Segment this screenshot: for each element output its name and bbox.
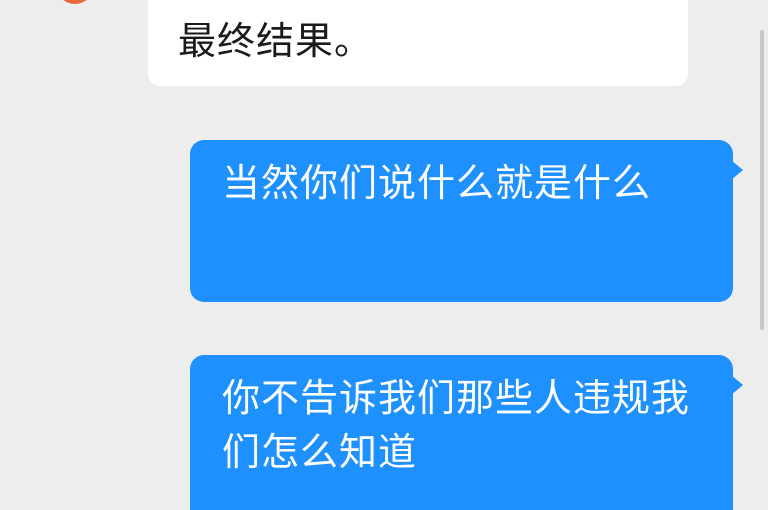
bubble-tail — [731, 375, 743, 395]
message-text: 最终结果。 — [178, 19, 374, 63]
scrollbar[interactable] — [760, 30, 764, 330]
bubble-tail — [731, 160, 743, 180]
message-text: 你不告诉我们那些人违规我们怎么知道 — [222, 376, 691, 474]
message-text: 当然你们说什么就是什么 — [222, 161, 652, 205]
chat-view: 最终结果。 当然你们说什么就是什么 你不告诉我们那些人违规我们怎么知道 — [0, 0, 768, 510]
message-bubble-outgoing[interactable]: 你不告诉我们那些人违规我们怎么知道 — [190, 355, 743, 510]
message-bubble-outgoing[interactable]: 当然你们说什么就是什么 — [190, 140, 743, 302]
contact-avatar[interactable] — [60, 0, 90, 4]
message-bubble-incoming[interactable]: 最终结果。 — [148, 0, 688, 86]
